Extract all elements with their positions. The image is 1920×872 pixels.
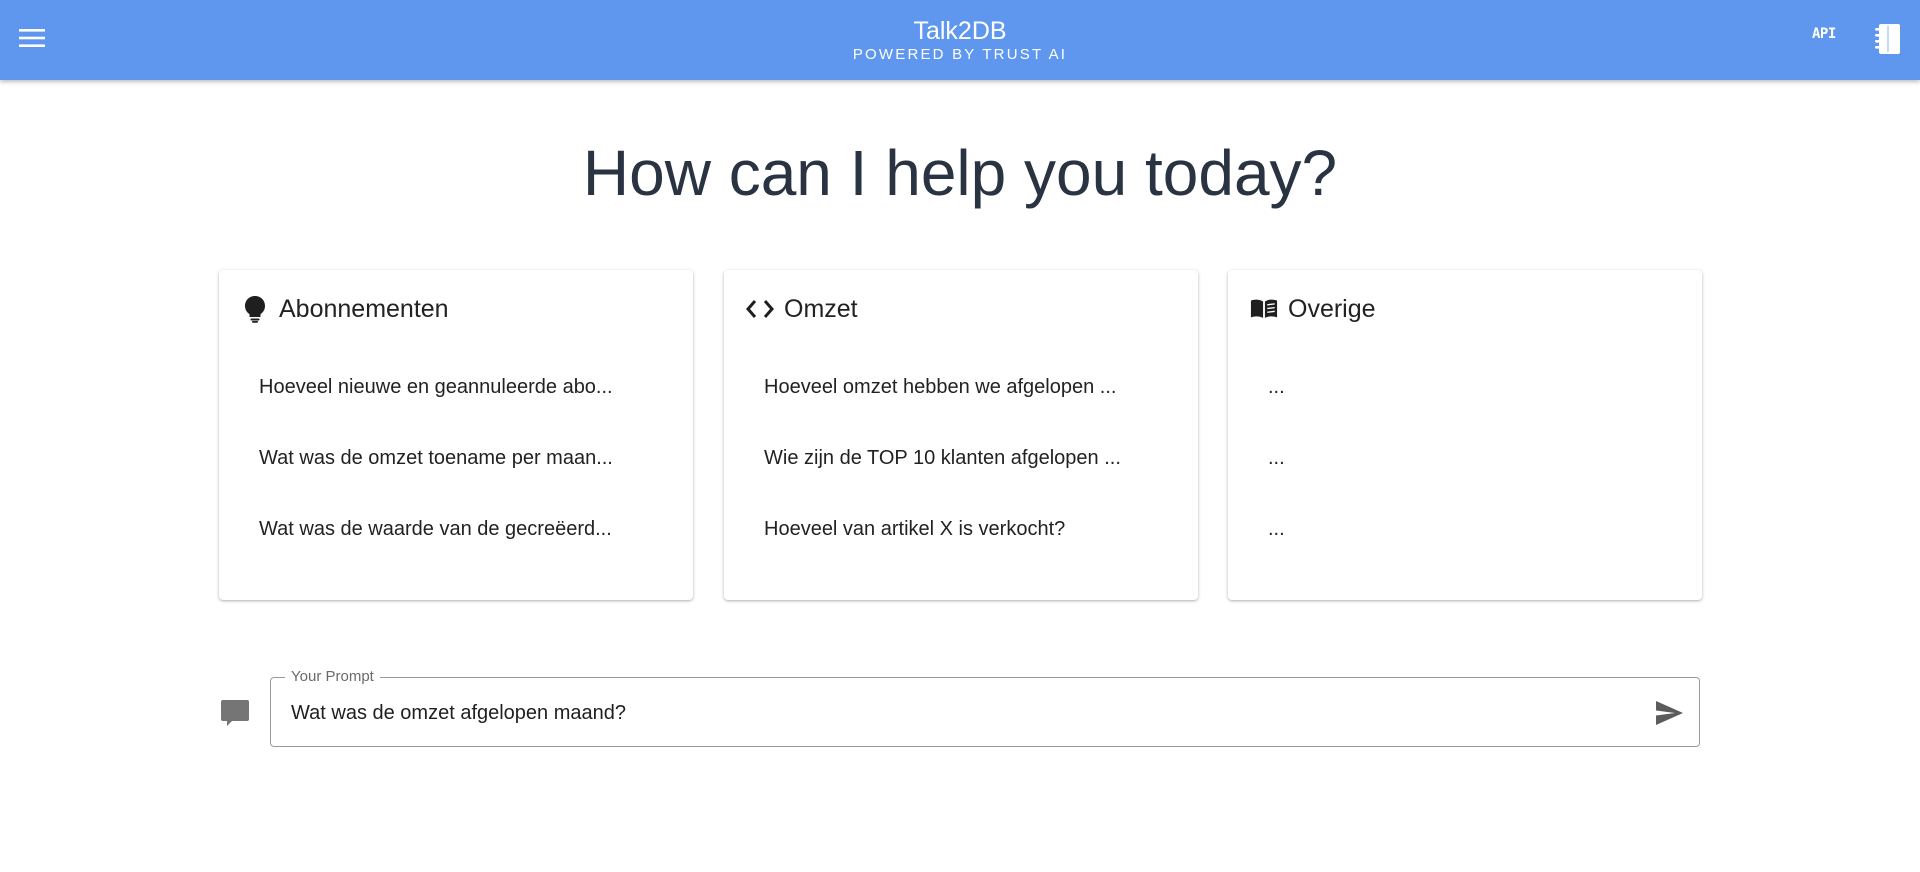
- prompt-input[interactable]: [291, 696, 1591, 730]
- suggestion-item[interactable]: Wat was de waarde van de gecreëerd...: [239, 506, 669, 552]
- lightbulb-icon: [241, 295, 269, 323]
- api-button[interactable]: API: [1812, 26, 1836, 42]
- notebook-button[interactable]: [1874, 22, 1902, 56]
- app-title: Talk2DB: [913, 17, 1007, 45]
- send-button[interactable]: [1653, 697, 1685, 729]
- suggestion-card-abonnementen: Abonnementen Hoeveel nieuwe en geannulee…: [219, 270, 693, 600]
- card-title: Abonnementen: [279, 294, 449, 323]
- suggestion-item[interactable]: ...: [1248, 435, 1678, 481]
- suggestion-item[interactable]: Hoeveel van artikel X is verkocht?: [744, 506, 1174, 552]
- page-title: How can I help you today?: [582, 137, 1338, 209]
- app-bar: Talk2DB POWERED BY TRUST AI API: [0, 0, 1920, 80]
- card-title: Overige: [1288, 294, 1376, 323]
- suggestion-card-overige: Overige ... ... ...: [1228, 270, 1702, 600]
- send-icon: [1656, 701, 1683, 725]
- card-header: Overige: [1250, 292, 1376, 326]
- app-subtitle: POWERED BY TRUST AI: [852, 46, 1068, 63]
- suggestion-item[interactable]: Hoeveel omzet hebben we afgelopen ...: [744, 364, 1174, 410]
- card-header: Omzet: [746, 292, 858, 326]
- comment-icon: [220, 698, 250, 728]
- suggestion-item[interactable]: ...: [1248, 364, 1678, 410]
- suggestion-card-omzet: Omzet Hoeveel omzet hebben we afgelopen …: [724, 270, 1198, 600]
- card-header: Abonnementen: [241, 292, 449, 326]
- prompt-label: Your Prompt: [285, 668, 380, 686]
- suggestion-item[interactable]: Hoeveel nieuwe en geannuleerde abo...: [239, 364, 669, 410]
- suggestion-item[interactable]: Wie zijn de TOP 10 klanten afgelopen ...: [744, 435, 1174, 481]
- prompt-field: Your Prompt: [270, 668, 1700, 747]
- open-book-icon: [1250, 295, 1278, 323]
- suggestion-item[interactable]: Wat was de omzet toename per maan...: [239, 435, 669, 481]
- suggestion-item[interactable]: ...: [1248, 506, 1678, 552]
- code-brackets-icon: [746, 295, 774, 323]
- hamburger-menu-icon: [19, 29, 45, 47]
- card-title: Omzet: [784, 294, 858, 323]
- notebook-icon: [1875, 24, 1900, 54]
- menu-button[interactable]: [12, 18, 52, 58]
- brand: Talk2DB POWERED BY TRUST AI: [0, 16, 1920, 64]
